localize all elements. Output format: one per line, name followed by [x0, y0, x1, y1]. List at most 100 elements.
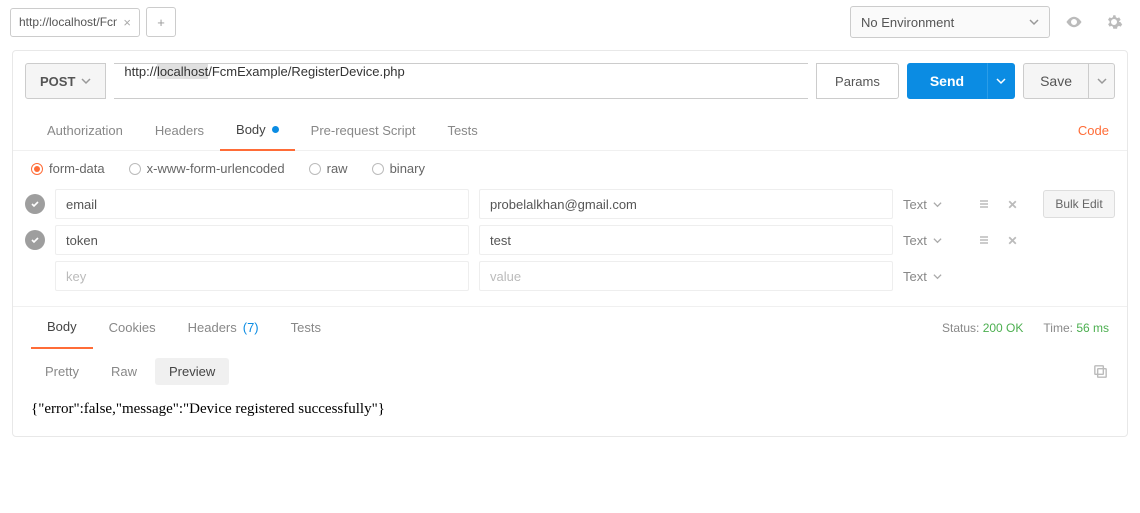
view-pretty[interactable]: Pretty	[31, 358, 93, 385]
close-tab-icon[interactable]: ×	[123, 15, 131, 30]
settings-button[interactable]	[1098, 6, 1130, 38]
reorder-icon	[978, 198, 990, 210]
headers-count: (7)	[243, 320, 259, 335]
url-suffix: /FcmExample/RegisterDevice.php	[208, 64, 405, 79]
type-label: Text	[903, 233, 927, 248]
tab-headers[interactable]: Headers	[139, 111, 220, 151]
value-input[interactable]: test	[479, 225, 893, 255]
key-input[interactable]: key	[55, 261, 469, 291]
copy-response-button[interactable]	[1092, 363, 1109, 380]
chevron-down-icon	[1029, 17, 1039, 27]
gear-icon	[1105, 13, 1123, 31]
send-group: Send	[907, 63, 1015, 99]
response-tab-body[interactable]: Body	[31, 307, 93, 349]
request-tab[interactable]: http://localhost/FcmE ×	[10, 8, 140, 37]
tab-body-label: Body	[236, 122, 266, 137]
reorder-handle[interactable]	[973, 193, 995, 215]
radio-icon	[129, 163, 141, 175]
method-select[interactable]: POST	[25, 63, 106, 99]
key-input[interactable]: token	[55, 225, 469, 255]
response-preview: {"error":false,"message":"Device registe…	[13, 395, 1127, 436]
response-view-modes: Pretty Raw Preview	[13, 348, 1127, 395]
request-tab-label: http://localhost/FcmE	[19, 15, 117, 29]
chevron-down-icon	[81, 76, 91, 86]
tab-body[interactable]: Body	[220, 111, 295, 151]
radio-label: x-www-form-urlencoded	[147, 161, 285, 176]
chevron-down-icon	[933, 200, 942, 209]
response-tab-headers[interactable]: Headers (7)	[172, 307, 275, 349]
code-link[interactable]: Code	[1078, 123, 1109, 138]
top-right-controls: No Environment	[850, 6, 1130, 38]
row-enable-toggle[interactable]	[25, 230, 45, 250]
chevron-down-icon	[933, 236, 942, 245]
key-input[interactable]: email	[55, 189, 469, 219]
tab-authorization[interactable]: Authorization	[31, 111, 139, 151]
url-selection: localhost	[157, 64, 208, 79]
request-section-tabs: Authorization Headers Body Pre-request S…	[13, 111, 1127, 151]
delete-row-button[interactable]	[1001, 229, 1023, 251]
save-button[interactable]: Save	[1023, 63, 1089, 99]
chevron-down-icon	[1097, 76, 1107, 86]
kv-row: token test Text	[25, 222, 1115, 258]
view-raw[interactable]: Raw	[97, 358, 151, 385]
radio-urlencoded[interactable]: x-www-form-urlencoded	[129, 161, 285, 176]
tab-tests[interactable]: Tests	[431, 111, 493, 151]
request-tabs-area: http://localhost/FcmE × +	[10, 7, 850, 37]
check-icon	[30, 199, 40, 209]
type-label: Text	[903, 269, 927, 284]
reorder-handle[interactable]	[973, 229, 995, 251]
environment-label: No Environment	[861, 15, 954, 30]
bulk-edit-button[interactable]: Bulk Edit	[1043, 190, 1115, 218]
delete-row-button[interactable]	[1001, 193, 1023, 215]
radio-binary[interactable]: binary	[372, 161, 425, 176]
params-button[interactable]: Params	[816, 63, 899, 99]
chevron-down-icon	[933, 272, 942, 281]
status-label: Status:	[942, 321, 979, 335]
time-value: 56 ms	[1076, 321, 1109, 335]
url-input[interactable]: http://localhost/FcmExample/RegisterDevi…	[114, 63, 808, 99]
row-actions	[973, 193, 1033, 215]
close-icon	[1007, 235, 1018, 246]
response-tab-cookies[interactable]: Cookies	[93, 307, 172, 349]
url-row: POST http://localhost/FcmExample/Registe…	[13, 51, 1127, 111]
type-select[interactable]: Text	[903, 233, 963, 248]
save-dropdown[interactable]	[1089, 63, 1115, 99]
view-preview[interactable]: Preview	[155, 358, 229, 385]
status-value: 200 OK	[983, 321, 1024, 335]
close-icon	[1007, 199, 1018, 210]
preview-env-button[interactable]	[1058, 6, 1090, 38]
response-tab-tests[interactable]: Tests	[275, 307, 337, 349]
radio-label: form-data	[49, 161, 105, 176]
params-label: Params	[835, 74, 880, 89]
method-label: POST	[40, 74, 75, 89]
new-tab-button[interactable]: +	[146, 7, 176, 37]
row-enable-toggle[interactable]	[25, 194, 45, 214]
modified-dot-icon	[272, 126, 279, 133]
environment-select[interactable]: No Environment	[850, 6, 1050, 38]
save-group: Save	[1023, 63, 1115, 99]
send-button[interactable]: Send	[907, 63, 987, 99]
time-group: Time: 56 ms	[1043, 321, 1109, 335]
status-group: Status: 200 OK	[942, 321, 1023, 335]
value-input[interactable]: probelalkhan@gmail.com	[479, 189, 893, 219]
plus-icon: +	[157, 15, 165, 30]
send-dropdown[interactable]	[987, 63, 1015, 99]
url-prefix: http://	[124, 64, 157, 79]
tab-prerequest[interactable]: Pre-request Script	[295, 111, 432, 151]
value-input[interactable]: value	[479, 261, 893, 291]
radio-icon	[31, 163, 43, 175]
chevron-down-icon	[996, 76, 1006, 86]
type-select[interactable]: Text	[903, 197, 963, 212]
radio-icon	[372, 163, 384, 175]
radio-label: raw	[327, 161, 348, 176]
radio-form-data[interactable]: form-data	[31, 161, 105, 176]
type-select[interactable]: Text	[903, 269, 963, 284]
kv-row: email probelalkhan@gmail.com Text Bulk E…	[25, 186, 1115, 222]
row-enable-toggle	[25, 266, 45, 286]
top-bar: http://localhost/FcmE × + No Environment	[0, 0, 1140, 44]
check-icon	[30, 235, 40, 245]
kv-row-empty: key value Text	[25, 258, 1115, 294]
radio-raw[interactable]: raw	[309, 161, 348, 176]
body-type-radios: form-data x-www-form-urlencoded raw bina…	[13, 151, 1127, 186]
copy-icon	[1092, 363, 1109, 380]
